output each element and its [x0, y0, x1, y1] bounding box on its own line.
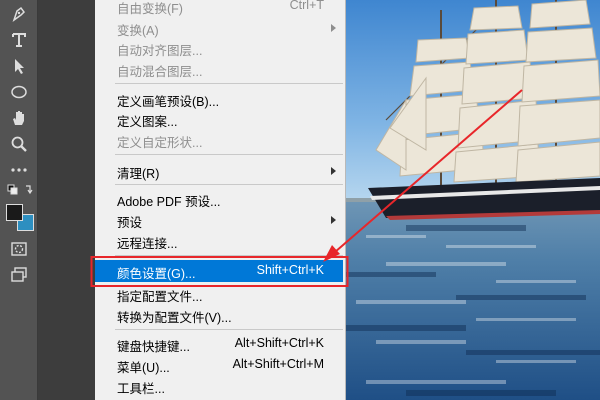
highlight-box	[90, 256, 349, 287]
annotation-overlay	[90, 89, 523, 287]
pointer-arrow-head-icon	[323, 245, 340, 262]
pointer-arrow-line	[334, 89, 523, 253]
